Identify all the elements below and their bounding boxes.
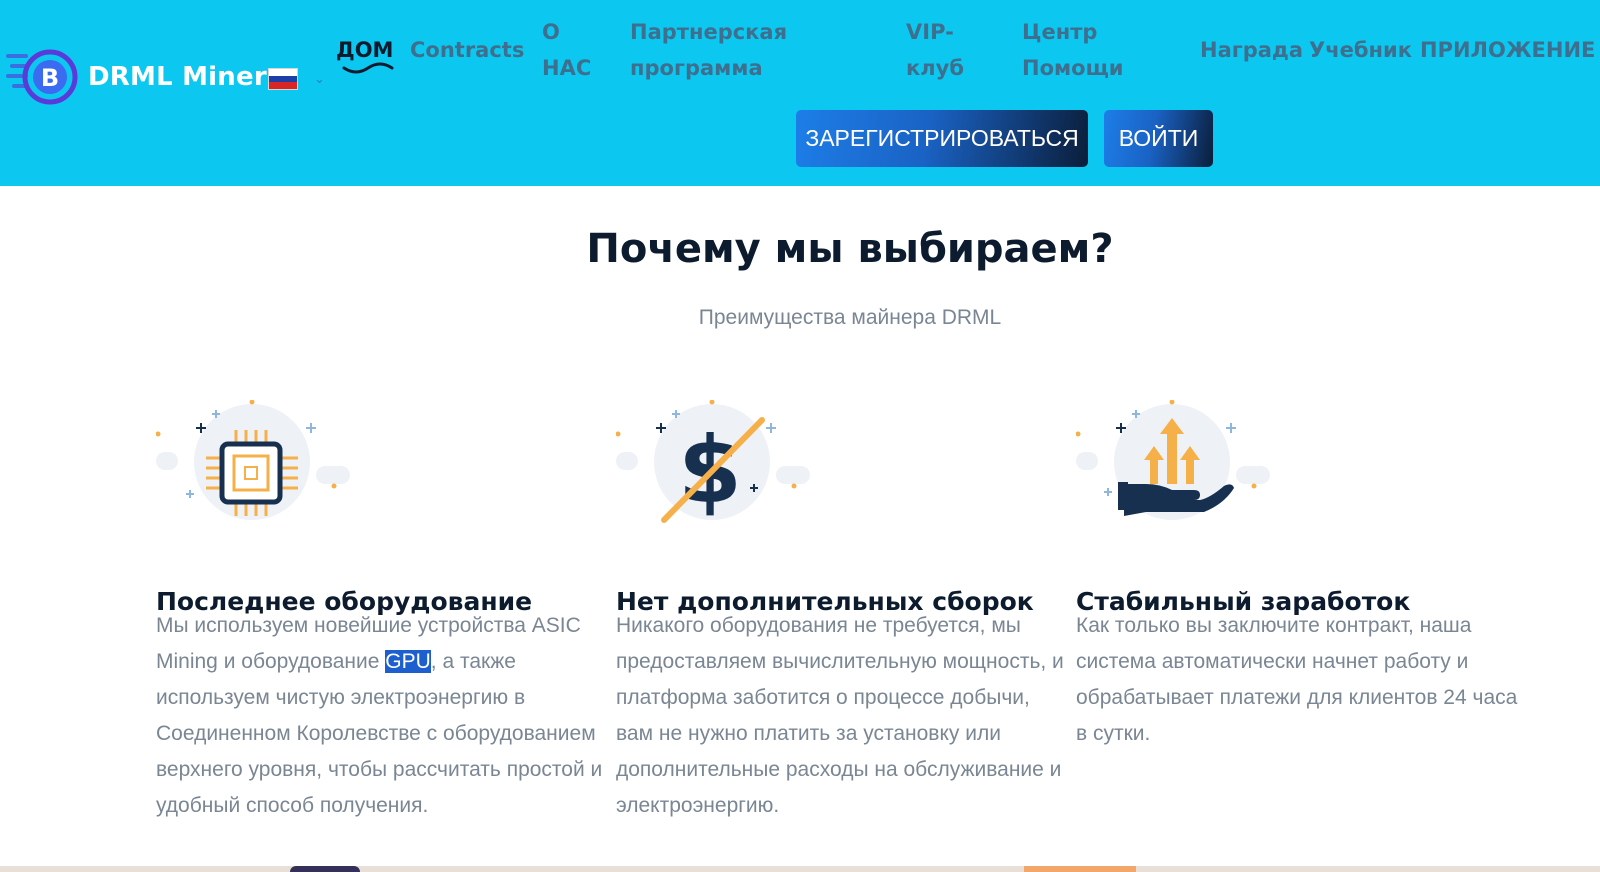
feature-description: Как только вы заключите контракт, наша с… <box>1076 614 1518 745</box>
partial-image <box>1024 866 1136 872</box>
nav-app[interactable]: ПРИЛОЖЕНИЕ <box>1420 32 1600 68</box>
chip-icon <box>156 400 350 520</box>
nav-partner-program[interactable]: Партнерская программа <box>630 14 787 86</box>
bitcoin-logo-icon: B <box>6 49 78 105</box>
text-selection-highlight: GPU <box>385 650 431 673</box>
login-button[interactable]: ВОЙТИ <box>1104 110 1213 167</box>
feature-description: Мы используем новейшие устройства ASIC M… <box>156 614 603 817</box>
no-dollar-icon: $ <box>616 400 810 524</box>
feature-description: Никакого оборудования не требуется, мы п… <box>616 614 1064 817</box>
feature-card: Стабильный заработок Как только вы заклю… <box>1076 400 1526 745</box>
nav-help-center[interactable]: Центр Помощи <box>1022 14 1124 86</box>
brand-name: DRML Miner <box>88 62 267 92</box>
language-selector[interactable]: ⌄ <box>268 68 325 90</box>
nav-contracts[interactable]: Contracts <box>410 32 524 68</box>
chevron-down-icon: ⌄ <box>314 71 325 87</box>
nav-reward[interactable]: Награда <box>1200 32 1303 68</box>
section-title: Почему мы выбираем? <box>586 226 1114 272</box>
feature-card: Последнее оборудование Мы используем нов… <box>156 400 606 817</box>
nav-tutorial[interactable]: Учебник <box>1309 32 1412 68</box>
partial-image <box>290 866 360 872</box>
section-subtitle: Преимущества майнера DRML <box>698 306 1002 329</box>
nav-vip-club[interactable]: VIP- клуб <box>906 14 964 86</box>
feature-card: $ Нет дополнительных сборок Никакого обо… <box>616 400 1066 817</box>
svg-text:B: B <box>41 64 59 92</box>
register-button[interactable]: ЗАРЕГИСТРИРОВАТЬСЯ <box>796 110 1088 167</box>
site-header: B DRML Miner ⌄ ДОМ Contracts О НАС Партн… <box>0 0 1600 186</box>
active-underline-icon <box>342 62 394 74</box>
logo[interactable]: B DRML Miner <box>6 46 267 108</box>
nav-about[interactable]: О НАС <box>542 14 591 86</box>
russia-flag-icon <box>268 68 298 90</box>
next-section-edge <box>0 866 1600 872</box>
hand-growth-icon <box>1076 400 1270 520</box>
